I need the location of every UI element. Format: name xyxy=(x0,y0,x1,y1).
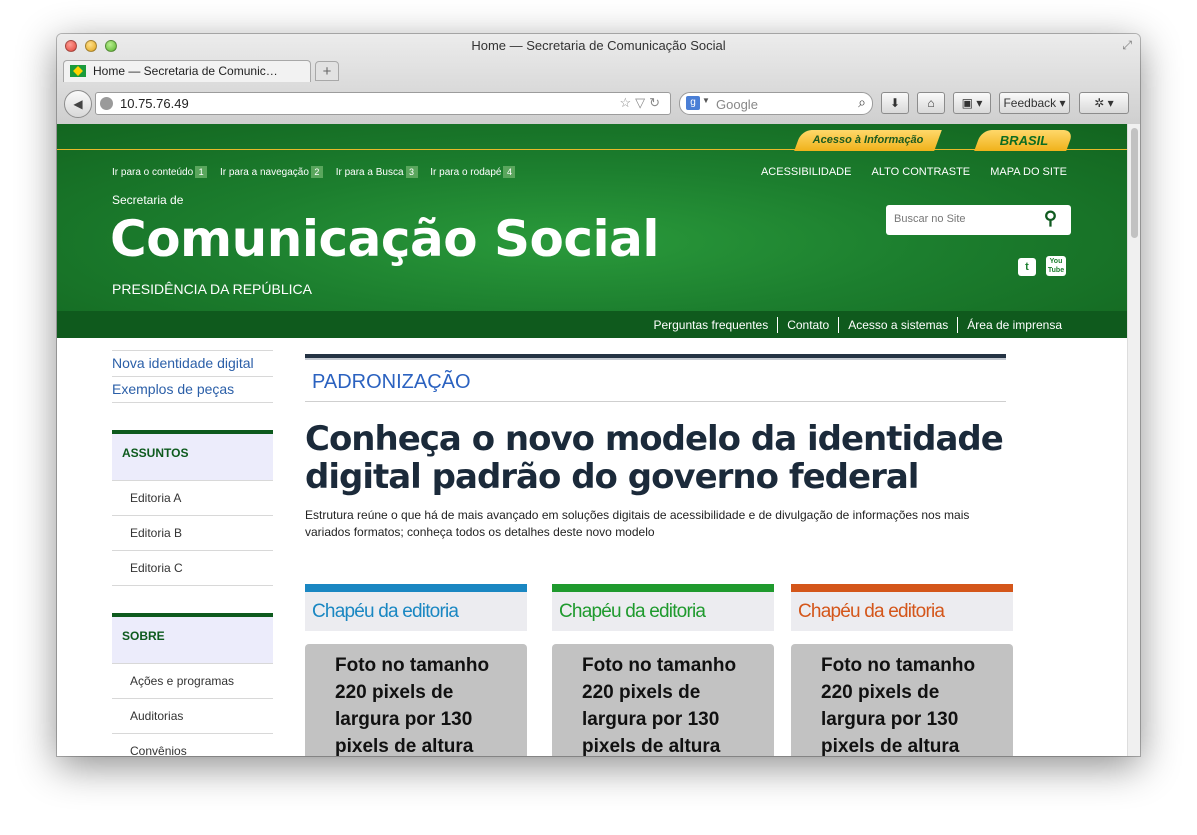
card-color-bar xyxy=(791,584,1013,592)
site-header: Acesso à Informação BRASIL Ir para o con… xyxy=(57,124,1127,338)
engine-dropdown-icon[interactable]: ▼ xyxy=(702,96,710,105)
alto-contraste-link[interactable]: ALTO CONTRASTE xyxy=(872,166,971,178)
card-photo-placeholder[interactable]: Foto no tamanho 220 pixels de largura po… xyxy=(305,644,527,756)
card-chapeu[interactable]: Chapéu da editoria xyxy=(305,592,527,631)
access-key: 3 xyxy=(405,166,418,178)
sidebar-item-editoria-c[interactable]: Editoria C xyxy=(112,551,273,586)
tools-button[interactable]: ✲ ▾ xyxy=(1079,92,1129,114)
site-title[interactable]: Comunicação Social xyxy=(110,210,660,268)
section-title: PADRONIZAÇÃO xyxy=(312,371,471,393)
skip-link-search[interactable]: Ir para a Busca 3 xyxy=(336,166,418,178)
card-color-bar xyxy=(552,584,774,592)
site-title-prefix: Secretaria de xyxy=(112,193,184,207)
youtube-icon[interactable]: You Tube xyxy=(1046,256,1066,276)
acesso-informacao-link[interactable]: Acesso à Informação xyxy=(794,130,942,151)
nav-acesso-a-sistemas[interactable]: Acesso a sistemas xyxy=(838,317,957,333)
magnifier-icon[interactable]: ⌕ xyxy=(858,94,866,111)
reload-icon[interactable]: ↻ xyxy=(649,95,664,110)
access-key: 4 xyxy=(503,166,516,178)
fullscreen-icon[interactable]: ⤢ xyxy=(1122,38,1132,53)
site-subtitle: PRESIDÊNCIA DA REPÚBLICA xyxy=(112,281,312,297)
feedback-label: Feedback xyxy=(1003,96,1057,110)
acessibilidade-link[interactable]: ACESSIBILIDADE xyxy=(761,166,851,178)
window-title: Home — Secretaria de Comunicação Social xyxy=(471,38,726,53)
scrollbar-thumb[interactable] xyxy=(1131,128,1138,238)
skip-link-navigation[interactable]: Ir para a navegação 2 xyxy=(220,166,323,178)
news-card[interactable]: Chapéu da editoria Foto no tamanho 220 p… xyxy=(552,584,774,756)
browser-search-input[interactable]: g ▼ Google ⌕ xyxy=(679,92,873,115)
back-button[interactable]: ◀ xyxy=(64,90,92,118)
twitter-icon[interactable]: t xyxy=(1018,258,1036,276)
skip-link-footer[interactable]: Ir para o rodapé 4 xyxy=(430,166,516,178)
access-key: 2 xyxy=(310,166,323,178)
skip-link-label: Ir para o rodapé xyxy=(430,167,502,178)
skip-link-label: Ir para o conteúdo xyxy=(112,167,194,178)
sidebar-link-nova-identidade[interactable]: Nova identidade digital xyxy=(112,350,273,376)
sidebar-item-auditorias[interactable]: Auditorias xyxy=(112,699,273,734)
acesso-informacao-label: Acesso à Informação xyxy=(812,134,924,146)
sidebar-item-editoria-a[interactable]: Editoria A xyxy=(112,480,273,516)
new-tab-button[interactable]: + xyxy=(315,61,339,81)
browser-window: Home — Secretaria de Comunicação Social … xyxy=(57,34,1140,756)
bookmarks-button[interactable]: ▣ ▾ xyxy=(953,92,991,114)
sidebar: Nova identidade digital Exemplos de peça… xyxy=(112,350,273,756)
google-icon[interactable]: g xyxy=(686,96,700,110)
bookmark-star-icon[interactable]: ☆ xyxy=(619,95,635,110)
search-icon[interactable]: ⚲ xyxy=(1044,208,1057,229)
vertical-scrollbar[interactable] xyxy=(1127,124,1140,756)
skip-link-content[interactable]: Ir para o conteúdo 1 xyxy=(112,166,208,178)
card-chapeu[interactable]: Chapéu da editoria xyxy=(552,592,774,631)
sidebar-section-title: ASSUNTOS xyxy=(112,430,273,480)
headline[interactable]: Conheça o novo modelo da identidade digi… xyxy=(305,420,1005,496)
sidebar-link-exemplos[interactable]: Exemplos de peças xyxy=(112,376,273,403)
url-bar[interactable]: 10.75.76.49 ☆▽↻ xyxy=(95,92,671,115)
tab-title: Home — Secretaria de Comunic… xyxy=(93,64,278,78)
card-photo-placeholder[interactable]: Foto no tamanho 220 pixels de largura po… xyxy=(791,644,1013,756)
nav-perguntas-frequentes[interactable]: Perguntas frequentes xyxy=(644,317,777,333)
brazil-flag-icon xyxy=(70,65,86,77)
site-search-input[interactable]: Buscar no Site ⚲ xyxy=(886,205,1071,235)
site-search-placeholder: Buscar no Site xyxy=(894,213,966,225)
tab-home[interactable]: Home — Secretaria de Comunic… xyxy=(63,60,311,82)
sidebar-item-convenios[interactable]: Convênios xyxy=(112,734,273,756)
skip-links: Ir para o conteúdo 1 Ir para a navegação 2… xyxy=(112,166,525,178)
browser-search-placeholder: Google xyxy=(716,97,758,112)
nav-contato[interactable]: Contato xyxy=(777,317,838,333)
section-rule xyxy=(305,401,1006,402)
card-color-bar xyxy=(305,584,527,592)
url-actions: ☆▽↻ xyxy=(619,95,664,111)
skip-link-label: Ir para a Busca xyxy=(335,167,404,178)
utility-links: ACESSIBILIDADE ALTO CONTRASTE MAPA DO SI… xyxy=(744,166,1067,178)
section-divider xyxy=(305,354,1006,360)
sidebar-item-editoria-b[interactable]: Editoria B xyxy=(112,516,273,551)
card-chapeu[interactable]: Chapéu da editoria xyxy=(791,592,1013,631)
nav-area-de-imprensa[interactable]: Área de imprensa xyxy=(957,317,1071,333)
mapa-do-site-link[interactable]: MAPA DO SITE xyxy=(990,166,1067,178)
browser-chrome: Home — Secretaria de Comunicação Social … xyxy=(57,34,1140,125)
downloads-button[interactable]: ⬇ xyxy=(881,92,909,114)
headline-summary: Estrutura reúne o que há de mais avançad… xyxy=(305,508,970,539)
news-card[interactable]: Chapéu da editoria Foto no tamanho 220 p… xyxy=(305,584,527,756)
main-navigation: Perguntas frequentes Contato Acesso a sist… xyxy=(57,311,1127,338)
feedback-button[interactable]: Feedback ▾ xyxy=(999,92,1070,114)
news-card[interactable]: Chapéu da editoria Foto no tamanho 220 p… xyxy=(791,584,1013,756)
sidebar-section-title: SOBRE xyxy=(112,613,273,663)
gov-bar-divider xyxy=(57,149,1127,150)
globe-icon xyxy=(100,97,113,110)
access-key: 1 xyxy=(195,166,208,178)
brasil-label: BRASIL xyxy=(999,133,1049,148)
card-photo-placeholder[interactable]: Foto no tamanho 220 pixels de largura po… xyxy=(552,644,774,756)
skip-link-label: Ir para a navegação xyxy=(219,167,309,178)
sidebar-item-acoes[interactable]: Ações e programas xyxy=(112,663,273,699)
page-content: Acesso à Informação BRASIL Ir para o con… xyxy=(57,124,1127,756)
home-button[interactable]: ⌂ xyxy=(917,92,945,114)
history-dropdown-icon[interactable]: ▽ xyxy=(635,95,649,110)
url-text: 10.75.76.49 xyxy=(120,96,189,111)
brasil-link[interactable]: BRASIL xyxy=(974,130,1074,151)
